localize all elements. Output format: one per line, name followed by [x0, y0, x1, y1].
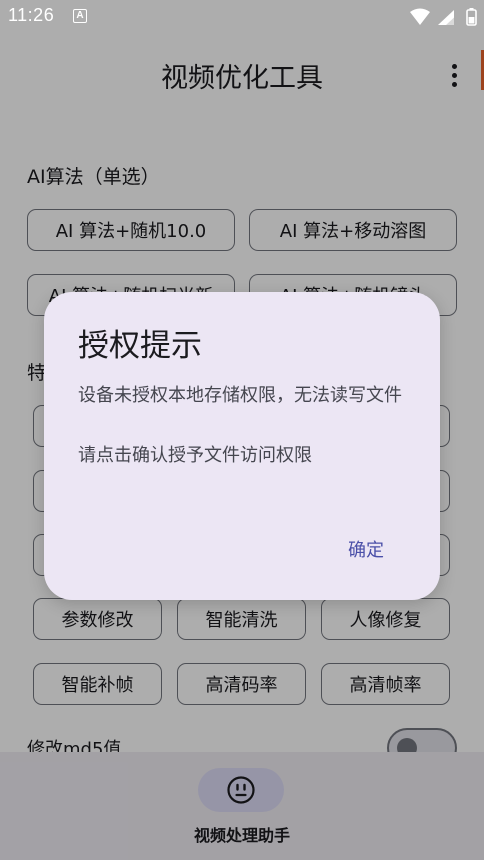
battery-icon — [466, 8, 477, 26]
dialog-title: 授权提示 — [78, 328, 202, 364]
notification-icon: A — [73, 9, 87, 23]
dialog-message: 设备未授权本地存储权限，无法读写文件 — [78, 385, 402, 406]
dialog-body: 设备未授权本地存储权限，无法读写文件 请点击确认授予文件访问权限 — [78, 380, 414, 472]
confirm-button[interactable]: 确定 — [348, 536, 384, 562]
signal-icon — [438, 10, 454, 25]
status-time: 11:26 — [8, 5, 55, 25]
dialog-message: 请点击确认授予文件访问权限 — [78, 445, 312, 466]
permission-dialog: 授权提示 设备未授权本地存储权限，无法读写文件 请点击确认授予文件访问权限 确定 — [44, 292, 440, 600]
status-bar: 11:26 A — [0, 0, 484, 34]
screen: 视频优化工具 AI算法（单选） AI 算法+随机10.0 AI 算法+移动溶图 … — [0, 0, 484, 860]
wifi-icon — [410, 8, 430, 25]
status-icons — [410, 8, 477, 26]
